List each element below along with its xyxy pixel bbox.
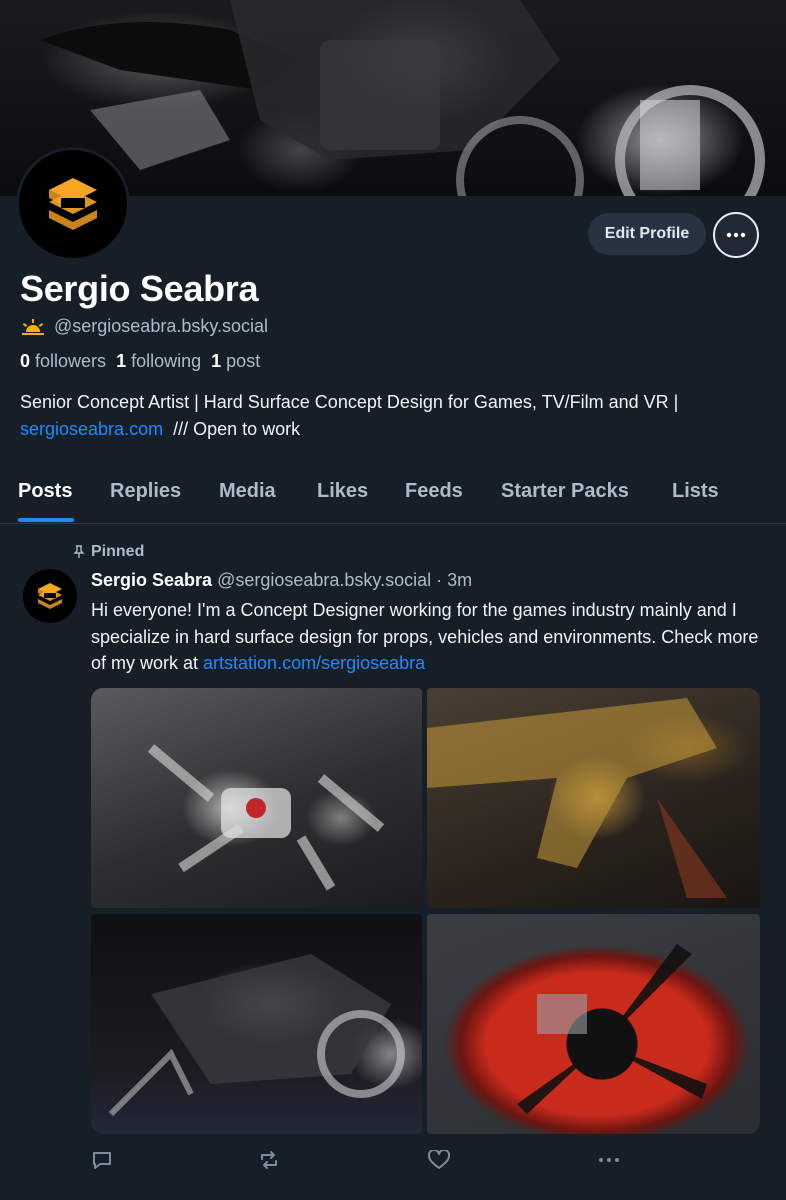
- profile-tabs: Posts Replies Media Likes Feeds Starter …: [0, 470, 786, 524]
- post-author-name[interactable]: Sergio Seabra: [91, 570, 212, 590]
- profile-stats: 0 followers 1 following 1 post: [20, 351, 260, 372]
- post-more-button[interactable]: [597, 1150, 621, 1175]
- post-image-3[interactable]: [91, 914, 422, 1134]
- logo-icon: [38, 583, 62, 609]
- post-image-4[interactable]: [427, 914, 760, 1134]
- propeller-image: [517, 944, 707, 1114]
- tab-replies[interactable]: Replies: [110, 480, 181, 503]
- post-link[interactable]: artstation.com/sergioseabra: [203, 653, 425, 673]
- profile-handle: @sergioseabra.bsky.social: [54, 316, 269, 336]
- logo-icon: [49, 178, 97, 230]
- reply-icon: [93, 1152, 111, 1169]
- tab-posts[interactable]: Posts: [18, 480, 72, 503]
- post-author-handle[interactable]: @sergioseabra.bsky.social: [217, 570, 431, 590]
- following-stat[interactable]: 1 following: [116, 351, 201, 372]
- post-text: Hi everyone! I'm a Concept Designer work…: [91, 600, 759, 673]
- tab-likes[interactable]: Likes: [317, 480, 368, 503]
- tab-lists[interactable]: Lists: [672, 480, 719, 503]
- bio-website-link[interactable]: sergioseabra.com: [20, 419, 163, 439]
- profile-banner[interactable]: [0, 0, 786, 196]
- banner-motorcycle-image: [40, 0, 765, 196]
- profile-avatar[interactable]: [16, 147, 130, 261]
- pinned-label: Pinned: [72, 543, 144, 561]
- followers-stat[interactable]: 0 followers: [20, 351, 106, 372]
- post-author-avatar[interactable]: [23, 569, 77, 623]
- tab-media[interactable]: Media: [219, 480, 276, 503]
- more-icon: [726, 232, 746, 238]
- tab-starter-packs[interactable]: Starter Packs: [501, 480, 629, 503]
- robot-spider-image: [147, 744, 385, 891]
- active-tab-indicator: [18, 518, 74, 522]
- profile-bio: Senior Concept Artist | Hard Surface Con…: [20, 392, 679, 439]
- motorcycle-image: [108, 954, 405, 1117]
- edit-profile-button[interactable]: Edit Profile: [588, 213, 706, 255]
- post-image-2[interactable]: [427, 688, 760, 908]
- profile-display-name: Sergio Seabra: [20, 268, 259, 309]
- profile-more-button[interactable]: [713, 212, 759, 258]
- sun-icon: [22, 318, 44, 335]
- tab-feeds[interactable]: Feeds: [405, 480, 463, 503]
- gold-rifle-image: [427, 698, 727, 898]
- profile-handle-row: @sergioseabra.bsky.social: [20, 316, 268, 337]
- post-header: Sergio Seabra @sergioseabra.bsky.social …: [91, 570, 473, 590]
- post-timestamp[interactable]: 3m: [447, 570, 472, 590]
- post-image-1[interactable]: [91, 688, 422, 908]
- like-icon: [427, 1148, 451, 1169]
- posts-stat: 1 post: [211, 351, 261, 371]
- reply-button[interactable]: [91, 1150, 113, 1175]
- more-icon: [599, 1158, 619, 1162]
- repost-button[interactable]: [258, 1150, 280, 1175]
- pin-icon: [73, 545, 85, 558]
- repost-icon: [261, 1151, 277, 1169]
- like-button[interactable]: [427, 1148, 451, 1175]
